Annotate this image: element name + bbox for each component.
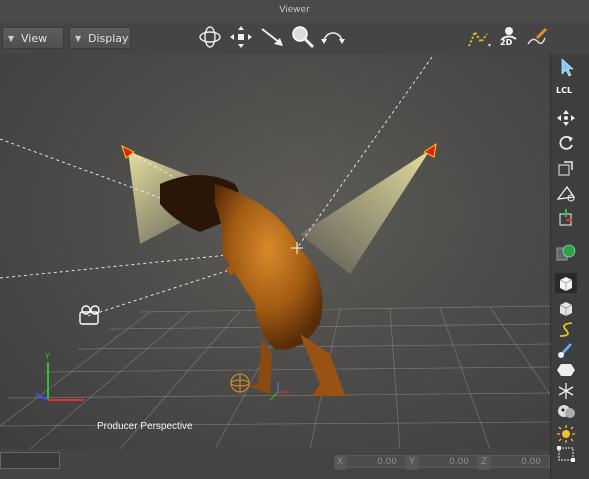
camera-icon[interactable] — [79, 305, 100, 325]
select-arrow-icon[interactable] — [555, 57, 577, 77]
right-toolbar: LCL — [550, 54, 589, 479]
x-coord-label: X — [334, 455, 346, 470]
right-spotlight-beam — [300, 150, 430, 274]
title-bar: Viewer — [0, 0, 589, 23]
chevron-down-icon: ▼ — [75, 34, 82, 43]
y-coord-field[interactable]: 0.00 — [418, 455, 478, 468]
chevron-down-icon: ▼ — [8, 34, 15, 43]
paint-brush-icon[interactable] — [555, 340, 577, 360]
null-object-icon[interactable] — [230, 373, 250, 393]
display-menu-label: Display — [88, 32, 129, 45]
2d-mode-icon[interactable]: 2D — [496, 24, 522, 50]
x-coord-field[interactable]: 0.00 — [346, 455, 406, 468]
3d-viewport[interactable]: Y Producer Perspective — [0, 54, 550, 449]
orbit-icon[interactable] — [197, 24, 223, 50]
cube-solid-icon[interactable] — [555, 273, 577, 293]
window-title: Viewer — [279, 5, 310, 15]
scene-canvas[interactable]: Y — [0, 54, 550, 449]
roll-icon[interactable] — [320, 24, 346, 50]
viewer-toolbar: ▼ View ▼ Display 2D — [0, 22, 589, 54]
pan-icon[interactable] — [228, 24, 254, 50]
dinosaur-model[interactable] — [160, 175, 345, 396]
marquee-icon[interactable] — [555, 444, 577, 464]
local-mode-label: LCL — [556, 86, 573, 95]
curve-icon[interactable] — [555, 320, 577, 340]
rotate-icon[interactable] — [555, 133, 577, 153]
zoom-icon[interactable] — [290, 24, 316, 50]
view-menu-button[interactable]: ▼ View — [2, 27, 64, 49]
brush-icon[interactable] — [523, 24, 549, 50]
2d-label: 2D — [500, 38, 513, 47]
object-name-field[interactable] — [0, 452, 60, 469]
dolly-icon[interactable] — [259, 24, 285, 50]
path-tool-icon[interactable] — [466, 24, 492, 50]
z-coord-field[interactable]: 0.00 — [490, 455, 550, 468]
display-menu-button[interactable]: ▼ Display — [69, 27, 131, 49]
svg-text:Y: Y — [44, 352, 50, 361]
light-icon[interactable] — [555, 424, 577, 444]
pivot-icon[interactable] — [555, 208, 577, 228]
character-icon[interactable] — [555, 401, 577, 421]
cube-icon[interactable] — [555, 298, 577, 318]
marker-gizmo-icon — [269, 382, 290, 401]
aim-icon[interactable] — [555, 183, 577, 203]
translate-icon[interactable] — [555, 108, 577, 128]
local-mode-button[interactable]: LCL — [555, 82, 577, 102]
scale-icon[interactable] — [555, 158, 577, 178]
z-coord-label: Z — [478, 455, 490, 470]
status-bar: X 0.00 Y 0.00 Z 0.00 — [0, 449, 550, 479]
material-sphere-icon[interactable] — [555, 242, 577, 262]
view-menu-label: View — [21, 32, 48, 45]
y-coord-label: Y — [406, 455, 418, 470]
skeleton-icon[interactable] — [555, 381, 577, 401]
camera-name-label: Producer Perspective — [97, 421, 193, 432]
hexagon-icon[interactable] — [555, 360, 577, 380]
